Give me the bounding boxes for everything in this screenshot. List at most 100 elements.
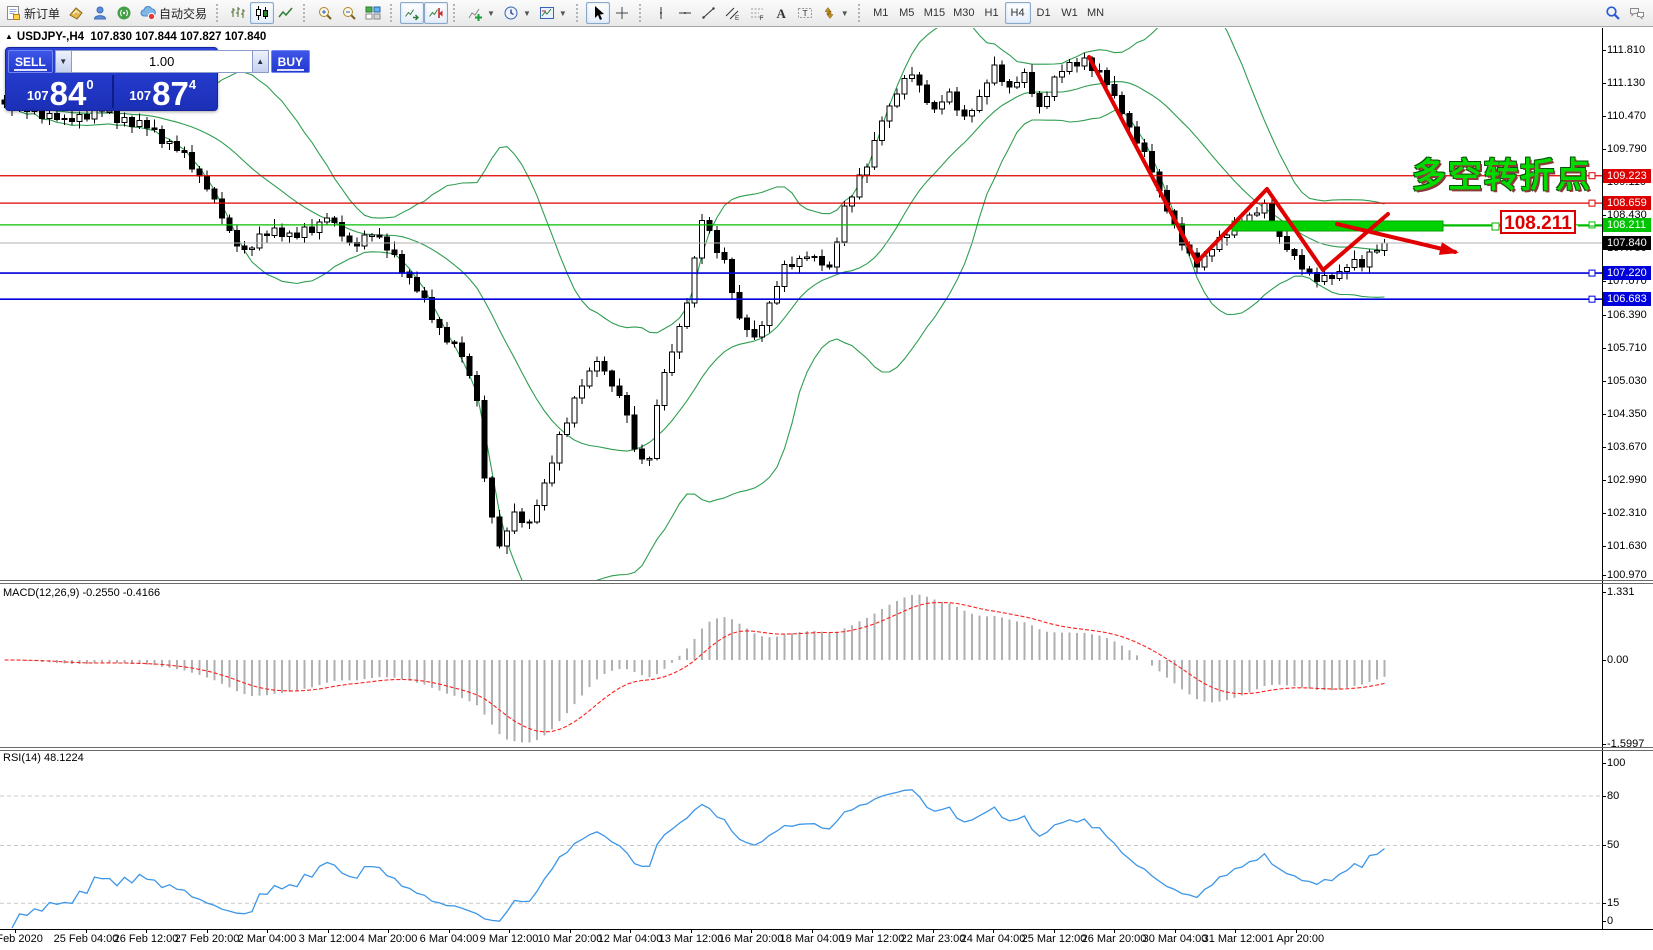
price-chart-canvas[interactable] [0, 0, 1653, 950]
sell-price[interactable]: 107840 [9, 77, 112, 107]
volume-decrease-button[interactable]: ▼ [55, 50, 72, 73]
cursor-button[interactable] [586, 2, 610, 24]
equidistant-channel-icon: E [725, 5, 741, 21]
equidistant-channel-button[interactable]: E [721, 2, 745, 24]
new-chart-button[interactable] [64, 2, 88, 24]
chevron-down-icon[interactable]: ▼ [559, 9, 567, 18]
fibonacci-icon: F [749, 5, 765, 21]
timeframe-d1-button[interactable]: D1 [1031, 2, 1057, 24]
signals-button[interactable] [112, 2, 136, 24]
vertical-line-button[interactable] [649, 2, 673, 24]
toolbar-separator [576, 4, 582, 22]
timeframe-m5-button[interactable]: M5 [894, 2, 920, 24]
auto-scroll-icon [404, 5, 420, 21]
price-badge: 109.223 [1603, 169, 1651, 183]
tile-windows-button[interactable] [361, 2, 385, 24]
profiles-icon [92, 5, 108, 21]
timeframe-m30-button[interactable]: M30 [949, 2, 978, 24]
zoom-in-button[interactable] [313, 2, 337, 24]
auto-scroll-button[interactable] [400, 2, 424, 24]
sell-price-prefix: 107 [27, 88, 49, 103]
bar-chart-button[interactable] [226, 2, 250, 24]
chevron-down-icon[interactable]: ▼ [523, 9, 531, 18]
profiles-button[interactable] [88, 2, 112, 24]
new-chart-icon [68, 5, 84, 21]
symbol-ohlc-values: 107.830 107.844 107.827 107.840 [90, 31, 266, 43]
toolbar-separator [639, 4, 645, 22]
price-axis-label: 105.030 [1607, 375, 1653, 387]
trade-panel-controls: SELL ▼ ▲ BUY [6, 48, 217, 73]
timeframe-mn-button[interactable]: MN [1083, 2, 1109, 24]
tile-windows-icon [365, 5, 381, 21]
new-order-button-label: 新订单 [24, 5, 60, 22]
price-badge: 108.659 [1603, 196, 1651, 210]
date-axis-label: 1 Apr 20:00 [1254, 933, 1338, 945]
macd-axis-label: 0.00 [1607, 654, 1653, 666]
buy-price-prefix: 107 [129, 88, 151, 103]
periods-button[interactable]: ▼ [499, 2, 535, 24]
vertical-line-icon [653, 5, 669, 21]
search-button[interactable] [1601, 2, 1625, 24]
macd-axis-label: 1.331 [1607, 586, 1653, 598]
trendline-icon [701, 5, 717, 21]
arrows-button[interactable]: ▼ [817, 2, 853, 24]
new-order-button[interactable]: 新订单 [1, 2, 64, 24]
volume-input[interactable] [72, 50, 252, 73]
timeframe-h4-button[interactable]: H4 [1005, 2, 1031, 24]
timeframe-m15-button[interactable]: M15 [920, 2, 949, 24]
main-toolbar: 新订单 自动交易 ▼ ▼ ▼ EFAT ▼ M1M5M15M30H1H4D1W1MN [0, 0, 1653, 27]
new-order-icon [5, 5, 21, 21]
timeframe-h1-button[interactable]: H1 [979, 2, 1005, 24]
price-axis-label: 104.350 [1607, 408, 1653, 420]
price-badge: 108.211 [1603, 218, 1651, 232]
price-badge: 107.220 [1603, 266, 1651, 280]
chevron-down-icon[interactable]: ▼ [487, 9, 495, 18]
horizontal-line-button[interactable] [673, 2, 697, 24]
price-axis-label: 111.810 [1607, 44, 1653, 56]
chat-button[interactable] [1625, 2, 1649, 24]
sell-button[interactable]: SELL [8, 50, 53, 73]
svg-text:A: A [776, 6, 786, 21]
buy-price[interactable]: 107874 [112, 77, 215, 107]
price-callout-label[interactable]: 108.211 [1500, 210, 1576, 234]
autotrading-icon [140, 5, 156, 21]
text-label-button[interactable]: T [793, 2, 817, 24]
price-badge: 107.840 [1603, 236, 1651, 250]
line-chart-button[interactable] [274, 2, 298, 24]
arrowhead [1439, 242, 1459, 255]
bar-chart-icon [230, 5, 246, 21]
autotrading-button[interactable]: 自动交易 [136, 2, 211, 24]
chevron-down-icon[interactable]: ▼ [841, 9, 849, 18]
collapse-arrow-icon[interactable]: ▲ [5, 32, 13, 41]
buy-price-main: 87 [152, 80, 189, 107]
indicators-button[interactable]: ▼ [463, 2, 499, 24]
crosshair-button[interactable] [610, 2, 634, 24]
timeframe-w1-button[interactable]: W1 [1057, 2, 1083, 24]
toolbar-separator [216, 4, 222, 22]
crosshair-icon [614, 5, 630, 21]
buy-price-sup: 4 [189, 77, 196, 92]
trendline-button[interactable] [697, 2, 721, 24]
zoom-out-button[interactable] [337, 2, 361, 24]
signals-icon [116, 5, 132, 21]
templates-button[interactable]: ▼ [535, 2, 571, 24]
zoom-in-icon [317, 5, 333, 21]
price-axis-label: 101.630 [1607, 540, 1653, 552]
fibonacci-button[interactable]: F [745, 2, 769, 24]
candlestick-button[interactable] [250, 2, 274, 24]
mt4-window: 新订单 自动交易 ▼ ▼ ▼ EFAT ▼ M1M5M15M30H1H4D1W1MN ▲USD… [0, 0, 1653, 950]
rsi-axis-label: 50 [1607, 839, 1653, 851]
chart-shift-button[interactable] [424, 2, 448, 24]
volume-increase-button[interactable]: ▲ [252, 50, 269, 73]
symbol-header[interactable]: ▲USDJPY-,H4 107.830 107.844 107.827 107.… [5, 31, 266, 43]
toolbar-separator [390, 4, 396, 22]
macd-axis-label: -1.5997 [1607, 738, 1653, 750]
turning-point-annotation[interactable]: 多空转折点 [1412, 148, 1592, 197]
main-chart-plot [0, 0, 1602, 606]
text-label-icon: T [797, 5, 813, 21]
buy-button[interactable]: BUY [271, 50, 310, 73]
text-button[interactable]: A [769, 2, 793, 24]
timeframe-m1-button[interactable]: M1 [868, 2, 894, 24]
indicators-icon [467, 5, 483, 21]
rsi-axis-label: 80 [1607, 790, 1653, 802]
